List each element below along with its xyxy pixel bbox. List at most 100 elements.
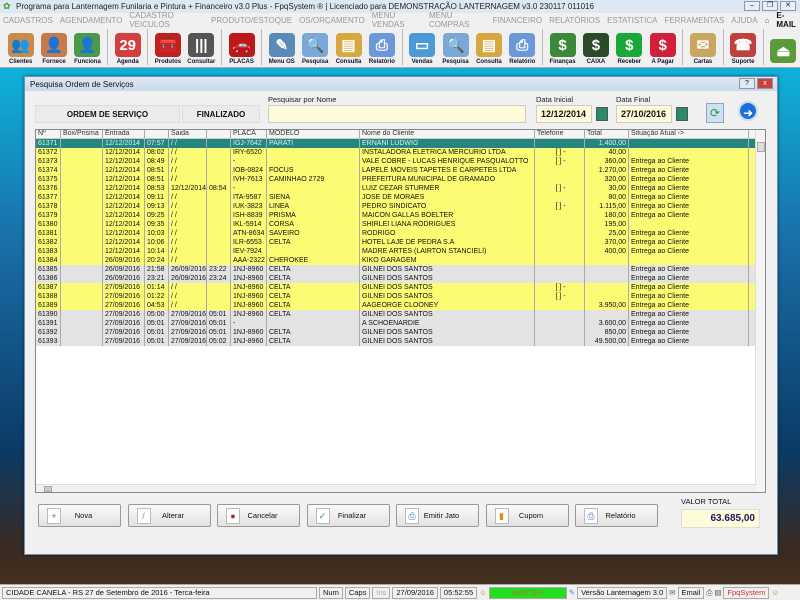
toolbar-button-consulta[interactable]: ▤ Consulta [332,27,365,68]
dialog-title: Pesquisa Ordem de Serviços [30,80,134,89]
column-header[interactable]: Situação Atual -> [629,130,749,138]
column-header[interactable]: Nº [36,130,61,138]
table-row[interactable]: 61375 12/12/2014 08:51 / / IVH-7613 CAMINHAO… [36,175,765,184]
table-row[interactable]: 61385 26/09/2016 21:58 26/09/2016 23:22 1NJ-8… [36,265,765,274]
table-cell: 09:25 [145,211,169,220]
table-cell: 12/12/2014 [171,184,207,193]
relat-rio-button[interactable]: ⎙ Relatório [575,504,658,527]
table-row[interactable]: 61390 27/09/2016 05:00 27/09/2016 05:01 1NJ-8… [36,310,765,319]
table-row[interactable]: 61384 26/09/2016 20:24 / / AAA-2322 CHEROKEE… [36,256,765,265]
table-row[interactable]: 61386 26/09/2016 23:21 26/09/2016 23:24 1NJ-8… [36,274,765,283]
column-header[interactable]: MODELO [267,130,360,138]
column-header[interactable]: PLACA [231,130,267,138]
cupom-button[interactable]: ▮ Cupom [485,504,569,527]
toolbar-button-relat-rio[interactable]: ⎙ Relatório [365,27,398,68]
table-row[interactable]: 61391 27/09/2016 05:01 27/09/2016 05:01- A SC… [36,319,765,328]
toolbar-button-receber[interactable]: $ Receber [613,27,646,68]
toolbar-button-placas[interactable]: 🚗 PLACAS [225,27,258,68]
menu-item-ajuda[interactable]: AJUDA [731,16,757,25]
table-cell: 320,00 [585,175,629,184]
close-button[interactable]: ✕ [780,1,796,11]
minimize-button[interactable]: – [744,1,760,11]
toolbar-button-vendas[interactable]: ▭ Vendas [405,27,438,68]
toolbar-button-relat-rio[interactable]: ⎙ Relatório [506,27,539,68]
alterar-button[interactable]: / Alterar [127,504,211,527]
calendar-end-icon[interactable] [676,107,688,121]
column-header[interactable]: Entrada [103,130,145,138]
toolbar-button-produtos[interactable]: 🧰 Produtos [151,27,184,68]
toolbar-button-pesquisa[interactable]: 🔍 Pesquisa [298,27,331,68]
table-cell: 61386 [36,274,61,283]
toolbar-button-consulta[interactable]: ▤ Consulta [472,27,505,68]
table-row[interactable]: 61376 12/12/2014 08:53 12/12/2014 08:54- LUIZ… [36,184,765,193]
column-header[interactable] [207,130,231,138]
menu-item-agendamento[interactable]: AGENDAMENTO [60,16,123,25]
go-arrow-icon[interactable]: ➜ [738,101,758,121]
search-input[interactable] [268,105,526,123]
menu-item-produto-estoque[interactable]: PRODUTO/ESTOQUE [211,16,292,25]
printer-icon[interactable]: ⎙ [706,588,712,598]
table-row[interactable]: 61371 12/12/2014 07:57 / / IGJ-7642 PARATI ER… [36,139,765,148]
table-cell: CELTA [267,301,360,310]
table-row[interactable]: 61381 12/12/2014 10:03 / / ATN-8634 SAVEIRO R… [36,229,765,238]
status-email[interactable]: Email [677,586,705,599]
maximize-button[interactable]: ❐ [762,1,778,11]
table-row[interactable]: 61379 12/12/2014 09:25 / / ISH-8839 PRISMA MA… [36,211,765,220]
table-row[interactable]: 61378 12/12/2014 09:13 / / IUK-3823 LINEA PED… [36,202,765,211]
email-icon[interactable]: ✉ [669,588,675,597]
cancelar-button[interactable]: ● Cancelar [217,504,300,527]
finalizar-button[interactable]: ✓ Finalizar [306,504,390,527]
menu-item-cadastros[interactable]: CADASTROS [3,16,53,25]
toolbar-button-caixa[interactable]: $ CAIXA [579,27,612,68]
table-cell: HOTEL LAJE DE PEDRA S.A [360,238,535,247]
column-header[interactable]: Total [585,130,629,138]
horizontal-scrollbar[interactable] [36,484,756,492]
column-header[interactable]: Nome do Cliente [360,130,535,138]
dialog-close-button[interactable]: x [757,78,773,89]
toolbar-button-cartas[interactable]: ✉ Cartas [686,27,719,68]
toolbar-button-menu-os[interactable]: ✎ Menu OS [265,27,298,68]
emitir-jato-button[interactable]: ⎙ Emitir Jato [396,504,479,527]
toolbar-button-pesquisa[interactable]: 🔍 Pesquisa [439,27,472,68]
toolbar-button-consultar[interactable]: ||| Consultar [185,27,218,68]
toolbar-button-exit[interactable]: ⏏ [767,27,800,68]
column-header[interactable]: Saida [169,130,207,138]
menu-item-os-or-amento[interactable]: OS/ORÇAMENTO [299,16,365,25]
column-header[interactable]: Box/Prisma [61,130,103,138]
menu-item-financeiro[interactable]: FINANCEIRO [493,16,542,25]
calendar-start-icon[interactable] [596,107,608,121]
finance-icon: $ [549,33,576,57]
table-row[interactable]: 61392 27/09/2016 05:01 27/09/2016 05:01 1NJ-8… [36,328,765,337]
column-header[interactable] [145,130,169,138]
menu-item-ferramentas[interactable]: FERRAMENTAS [664,16,724,25]
table-row[interactable]: 61382 12/12/2014 10:06 / / ILR-6553 CELTA HOT… [36,238,765,247]
table-row[interactable]: 61380 12/12/2014 09:35 / / IKL-5914 CORSA SHI… [36,220,765,229]
help-button[interactable]: ? [739,78,755,89]
table-row[interactable]: 61374 12/12/2014 08:51 / / IOB-0824 FOCUS LAP… [36,166,765,175]
table-row[interactable]: 61377 12/12/2014 09:11 / / ITA-9587 SIENA JOS… [36,193,765,202]
menu-item-relat-rios[interactable]: RELATÓRIOS [549,16,600,25]
table-cell: CELTA [267,265,360,274]
table-row[interactable]: 61388 27/09/2016 01:22 / / 1NJ-8960 CELTA GIL… [36,292,765,301]
table-row[interactable]: 61373 12/12/2014 08:49 / / - VALE COBRE - LU… [36,157,765,166]
table-row[interactable]: 61389 27/09/2016 04:53 / / 1NJ-8960 CELTA AAG… [36,301,765,310]
toolbar-button-finan-as[interactable]: $ Finanças [546,27,579,68]
nova-button[interactable]: + Nova [38,504,121,527]
table-row[interactable]: 61372 12/12/2014 08:02 / / IRY-6520 INSTALAD… [36,148,765,157]
table-row[interactable]: 61387 27/09/2016 01:14 / / 1NJ-8960 CELTA GIL… [36,283,765,292]
table-cell: 1NJ-8960 [231,301,267,310]
table-row[interactable]: 61383 12/12/2014 10:14 / / IEV-7924 MADRE AR… [36,247,765,256]
date-start-input[interactable]: 12/12/2014 [536,105,592,123]
date-end-input[interactable]: 27/10/2016 [616,105,672,123]
column-header[interactable]: Telefone [535,130,585,138]
table-row[interactable]: 61393 27/09/2016 05:01 27/09/2016 05:02 1NJ-8… [36,337,765,346]
toolbar-button-funciona[interactable]: 👤 Funciona [71,27,104,68]
toolbar-button-suporte[interactable]: ☎ Suporte [726,27,759,68]
toolbar-button-a-pagar[interactable]: $ A Pagar [646,27,679,68]
toolbar-button-agenda[interactable]: 29 Agenda [111,27,144,68]
toolbar-button-clientes[interactable]: 👥 Clientes [4,27,37,68]
toolbar-button-fornece[interactable]: 👤 Fornece [37,27,70,68]
refresh-icon[interactable]: ⟳ [706,103,724,123]
vertical-scrollbar[interactable] [755,130,765,492]
menu-item-estatistica[interactable]: ESTATISTICA [607,16,657,25]
